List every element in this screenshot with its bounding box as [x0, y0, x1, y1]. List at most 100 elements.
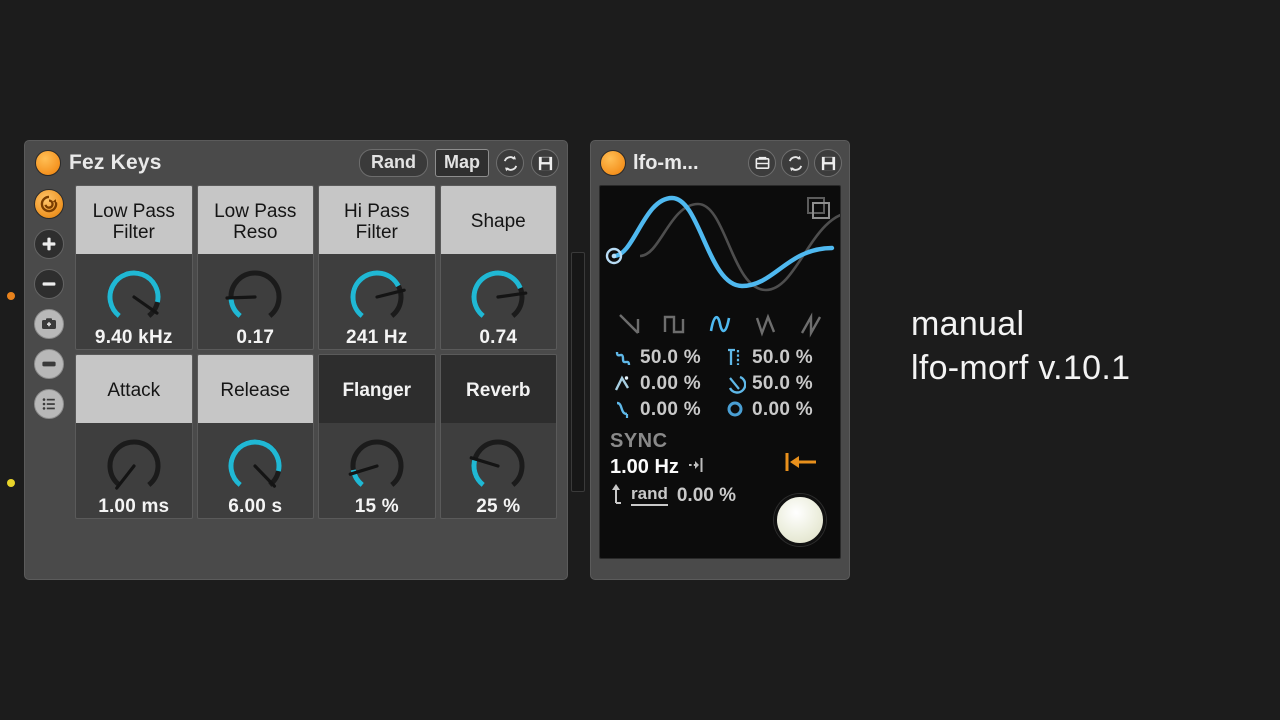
- knob-value-flanger: 15 %: [354, 496, 399, 517]
- knob-label-shape: Shape: [440, 186, 556, 254]
- morph-icon[interactable]: [608, 346, 638, 370]
- lfo-display: 50.0 % 50.0 % 0.00 % 50.0 % 0.00 % 0.00 % SYN…: [599, 185, 841, 559]
- knob-value-shape: 0.74: [479, 327, 518, 348]
- knob-value-hi-pass-filter: 241 Hz: [346, 327, 408, 348]
- knob-attack[interactable]: 1.00 ms: [76, 423, 192, 518]
- knob-label-low-pass-reso: Low Pass Reso: [197, 186, 313, 254]
- knob-label-reverb: Reverb: [440, 355, 556, 423]
- knob-value-low-pass-reso: 0.17: [236, 327, 275, 348]
- lfo-waveform: [611, 195, 835, 289]
- knob-value-reverb: 25 %: [476, 496, 521, 517]
- knob-low-pass-reso[interactable]: 0.17: [198, 254, 314, 349]
- knob-value-low-pass-filter: 9.40 kHz: [94, 327, 173, 348]
- shape-square[interactable]: [660, 310, 688, 343]
- knob-reverb[interactable]: 25 %: [441, 423, 557, 518]
- value-steps-param[interactable]: 50.0 %: [750, 347, 832, 369]
- orange-dot: [7, 292, 15, 300]
- knob-cell-low-pass-filter: Low Pass Filter 9.40 kHz: [75, 185, 193, 350]
- lfo-device-header: lfo-m...: [591, 141, 849, 185]
- knob-label-flanger: Flanger: [319, 355, 435, 423]
- duplicate-icon[interactable]: [806, 196, 832, 227]
- knob-dial: [469, 439, 525, 487]
- knob-dial: [471, 270, 528, 318]
- screen: Fez Keys Rand Map Low Pass Filter 9.40 k…: [0, 0, 1280, 720]
- knob-label-attack: Attack: [76, 355, 192, 423]
- knob-cell-reverb: Reverb 25 %: [439, 354, 557, 519]
- knob-hi-pass-filter[interactable]: 241 Hz: [319, 254, 435, 349]
- caption-text: manual lfo-morf v.10.1: [911, 303, 1130, 390]
- save-icon[interactable]: [531, 149, 559, 177]
- bar-icon[interactable]: [34, 349, 64, 379]
- steps-icon[interactable]: [720, 346, 750, 370]
- parameter-grid: Low Pass Filter 9.40 kHz Low Pass Reso 0.17…: [75, 185, 557, 519]
- add-icon[interactable]: [34, 229, 64, 259]
- shape-saw-up[interactable]: [797, 310, 825, 343]
- knob-cell-low-pass-reso: Low Pass Reso 0.17: [196, 185, 314, 350]
- knob-flanger[interactable]: 15 %: [319, 423, 435, 518]
- shape-triangle[interactable]: [752, 310, 780, 343]
- shape-selector: [600, 306, 840, 346]
- rand-label[interactable]: rand: [631, 484, 668, 506]
- shape-sine[interactable]: [706, 310, 734, 343]
- header-controls: Rand Map: [359, 149, 559, 177]
- circle-icon[interactable]: [720, 398, 750, 422]
- knob-label-release: Release: [197, 355, 313, 423]
- lfo-parameters: 50.0 % 50.0 % 0.00 % 50.0 % 0.00 % 0.00 %: [600, 346, 840, 422]
- yellow-dot: [7, 479, 15, 487]
- caption-line-1: manual: [911, 305, 1025, 343]
- knob-dial: [225, 270, 282, 318]
- lfo-morf-device: lfo-m... 50.0 % 50.0 % 0.00 % 50.0 % 0.0…: [590, 140, 850, 580]
- refresh-icon[interactable]: [496, 149, 524, 177]
- left-rail: [29, 185, 69, 519]
- lfo-header-controls: [748, 149, 842, 177]
- knob-dial: [228, 439, 282, 488]
- knob-value-attack: 1.00 ms: [98, 496, 170, 517]
- knob-dial: [107, 439, 161, 490]
- phase-icon[interactable]: [720, 372, 750, 396]
- shape-saw-down[interactable]: [615, 310, 643, 343]
- knob-label-hi-pass-filter: Hi Pass Filter: [319, 186, 435, 254]
- value-depth-param[interactable]: 0.00 %: [750, 399, 832, 421]
- knob-cell-attack: Attack 1.00 ms: [75, 354, 193, 519]
- output-level-meter: [571, 252, 585, 492]
- reset-to-start-icon[interactable]: [784, 451, 818, 478]
- knob-shape[interactable]: 0.74: [441, 254, 557, 349]
- remove-icon[interactable]: [34, 269, 64, 299]
- rand-arrow-icon: [610, 482, 626, 509]
- value-smooth-param[interactable]: 0.00 %: [638, 399, 720, 421]
- map-button[interactable]: Map: [435, 149, 489, 177]
- device-activator-led[interactable]: [35, 150, 61, 176]
- skew-icon[interactable]: [608, 372, 638, 396]
- value-skew-param[interactable]: 0.00 %: [638, 373, 720, 395]
- preset-icon[interactable]: [748, 149, 776, 177]
- lfo-activator-led[interactable]: [600, 150, 626, 176]
- rate-knob[interactable]: [774, 494, 826, 546]
- list-icon[interactable]: [34, 389, 64, 419]
- refresh-icon[interactable]: [781, 149, 809, 177]
- rand-value[interactable]: 0.00 %: [677, 485, 736, 507]
- value-morph-param[interactable]: 50.0 %: [638, 347, 720, 369]
- save-icon[interactable]: [814, 149, 842, 177]
- waveform-area[interactable]: [600, 186, 840, 306]
- value-phase-param[interactable]: 50.0 %: [750, 373, 832, 395]
- sync-label: SYNC: [610, 430, 668, 452]
- knob-dial: [107, 270, 161, 318]
- knob-cell-flanger: Flanger 15 %: [318, 354, 436, 519]
- snap-icon[interactable]: [686, 455, 706, 480]
- smooth-icon[interactable]: [608, 398, 638, 422]
- knob-dial: [350, 270, 406, 318]
- fez-keys-device: Fez Keys Rand Map Low Pass Filter 9.40 k…: [24, 140, 568, 580]
- rand-button[interactable]: Rand: [359, 149, 428, 177]
- knob-value-release: 6.00 s: [228, 496, 283, 517]
- caption-line-2: lfo-morf v.10.1: [911, 348, 1131, 387]
- camera-icon[interactable]: [34, 309, 64, 339]
- knob-cell-hi-pass-filter: Hi Pass Filter 241 Hz: [318, 185, 436, 350]
- knob-low-pass-filter[interactable]: 9.40 kHz: [76, 254, 192, 349]
- knob-label-low-pass-filter: Low Pass Filter: [76, 186, 192, 254]
- knob-dial: [348, 439, 404, 487]
- device-header: Fez Keys Rand Map: [25, 141, 567, 185]
- sync-rate-value[interactable]: 1.00 Hz: [610, 456, 679, 479]
- knob-release[interactable]: 6.00 s: [198, 423, 314, 518]
- power-spiral-icon[interactable]: [34, 189, 64, 219]
- waveform-graph: [605, 195, 840, 292]
